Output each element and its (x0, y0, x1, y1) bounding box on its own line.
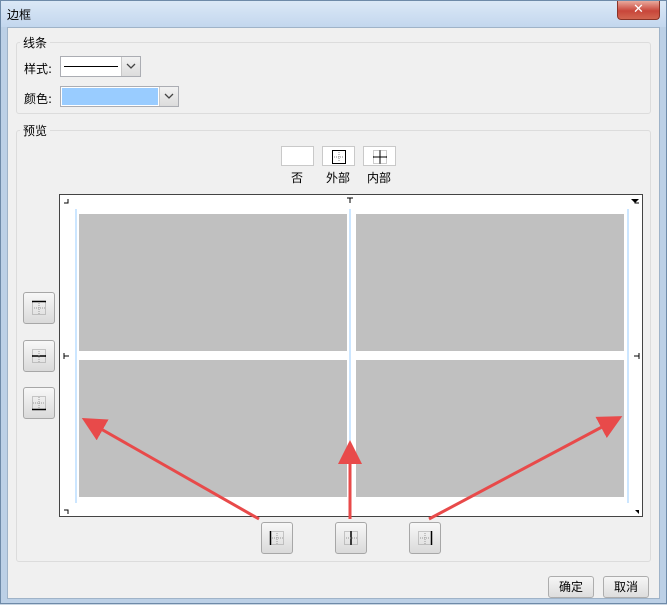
preset-none-button[interactable] (281, 146, 314, 166)
title-bar: 边框 ✕ (1, 1, 666, 27)
preview-cell-bottom-right (356, 360, 624, 497)
inside-vertical-border-icon (344, 531, 358, 545)
close-icon: ✕ (633, 2, 644, 17)
left-border-icon (269, 531, 284, 545)
bottom-border-icon (32, 396, 46, 411)
preview-cell-top-left (79, 214, 347, 351)
style-combo[interactable] (60, 56, 141, 77)
preset-inner-button[interactable] (363, 146, 396, 166)
left-border-toggle[interactable] (261, 522, 293, 554)
top-border-toggle[interactable] (23, 292, 55, 324)
middle-vertical-border-toggle[interactable] (335, 522, 367, 554)
color-combo[interactable] (60, 86, 179, 107)
preset-outer-button[interactable] (322, 146, 355, 166)
preview-group-label: 预览 (20, 122, 51, 139)
color-dropdown-button[interactable] (159, 87, 178, 106)
line-group-label: 线条 (20, 34, 51, 51)
outer-border-icon (332, 150, 346, 164)
preset-none-label: 否 (290, 171, 303, 185)
preset-inner-label: 内部 (366, 171, 391, 185)
right-border-icon (418, 531, 433, 545)
middle-horizontal-border-toggle[interactable] (23, 340, 55, 372)
line-style-preview (64, 66, 118, 67)
color-swatch (62, 88, 158, 105)
preview-cell-bottom-left (79, 360, 347, 497)
border-preview-area[interactable] (59, 194, 643, 517)
cancel-button[interactable]: 取消 (603, 576, 649, 598)
no-border-icon (290, 149, 306, 165)
chevron-down-icon (126, 63, 136, 69)
border-dialog: 边框 ✕ 线条 样式: 颜色: 预览 否 外部 内部 确定 取消 (0, 0, 667, 604)
bottom-border-toggle[interactable] (23, 387, 55, 419)
preview-cell-top-right (356, 214, 624, 351)
dialog-title: 边框 (7, 8, 32, 22)
dialog-body: 线条 样式: 颜色: 预览 否 外部 内部 确定 取消 (7, 27, 660, 599)
inside-horizontal-border-icon (32, 349, 46, 363)
preset-outer-label: 外部 (325, 171, 350, 185)
right-border-toggle[interactable] (409, 522, 441, 554)
ok-button[interactable]: 确定 (548, 576, 594, 598)
style-label: 样式: (24, 62, 53, 76)
style-dropdown-button[interactable] (121, 57, 140, 76)
chevron-down-icon (164, 93, 174, 99)
close-button[interactable]: ✕ (617, 1, 660, 20)
top-border-icon (32, 300, 46, 315)
inner-border-icon (373, 150, 387, 164)
color-label: 颜色: (24, 92, 53, 106)
